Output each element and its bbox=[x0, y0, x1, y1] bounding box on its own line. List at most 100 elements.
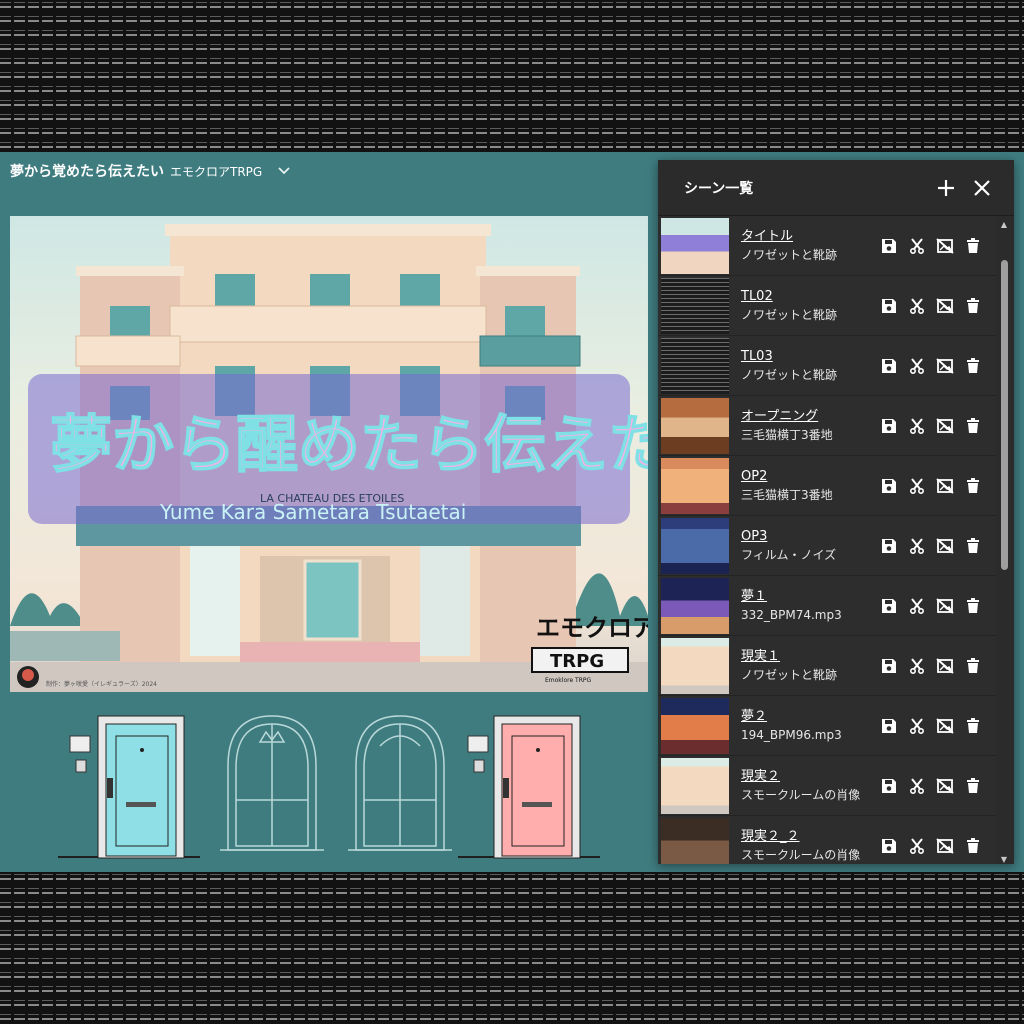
hide-image-icon[interactable] bbox=[934, 655, 956, 677]
save-icon[interactable] bbox=[878, 835, 900, 857]
hide-image-icon[interactable] bbox=[934, 235, 956, 257]
scene-row[interactable]: OP2 三毛猫横丁3番地 bbox=[658, 456, 996, 516]
scroll-thumb[interactable] bbox=[1001, 260, 1008, 570]
save-icon[interactable] bbox=[878, 715, 900, 737]
chevron-down-icon[interactable] bbox=[278, 164, 290, 178]
scene-row[interactable]: TL03 ノワゼットと靴跡 bbox=[658, 336, 996, 396]
blue-door[interactable] bbox=[69, 715, 185, 859]
scene-name[interactable]: 夢２ bbox=[741, 708, 878, 726]
trash-icon[interactable] bbox=[962, 715, 984, 737]
scene-row[interactable]: 現実１ ノワゼットと靴跡 bbox=[658, 636, 996, 696]
trash-icon[interactable] bbox=[962, 295, 984, 317]
game-stage: 夢から覚めたら伝えたい エモクロアTRPG 夢から醒めたら伝えた Yume Ka… bbox=[0, 152, 1024, 872]
scene-thumbnail[interactable] bbox=[661, 277, 729, 334]
credit-text: 制作：夢ヶ咲愛（イレギュラーズ）2024 bbox=[46, 680, 157, 688]
cut-icon[interactable] bbox=[906, 535, 928, 557]
background-pattern-bottom bbox=[0, 872, 1024, 1024]
scene-row[interactable]: TL02 ノワゼットと靴跡 bbox=[658, 276, 996, 336]
hide-image-icon[interactable] bbox=[934, 775, 956, 797]
scene-thumbnail[interactable] bbox=[661, 217, 729, 274]
scene-bgm: 三毛猫横丁3番地 bbox=[741, 487, 833, 502]
scene-row[interactable]: オープニング 三毛猫横丁3番地 bbox=[658, 396, 996, 456]
scene-name[interactable]: 現実１ bbox=[741, 648, 878, 666]
hide-image-icon[interactable] bbox=[934, 835, 956, 857]
scene-name[interactable]: オープニング bbox=[741, 408, 878, 426]
scene-name[interactable]: 現実２_２ bbox=[741, 828, 878, 846]
save-icon[interactable] bbox=[878, 475, 900, 497]
hide-image-icon[interactable] bbox=[934, 295, 956, 317]
cut-icon[interactable] bbox=[906, 715, 928, 737]
scene-thumbnail[interactable] bbox=[661, 757, 729, 814]
cut-icon[interactable] bbox=[906, 475, 928, 497]
scene-thumbnail[interactable] bbox=[661, 817, 729, 864]
hide-image-icon[interactable] bbox=[934, 415, 956, 437]
scene-name[interactable]: 夢１ bbox=[741, 588, 878, 606]
save-icon[interactable] bbox=[878, 415, 900, 437]
cut-icon[interactable] bbox=[906, 775, 928, 797]
scene-bgm: フィルム・ノイズ bbox=[741, 547, 837, 562]
scene-name[interactable]: タイトル bbox=[741, 228, 878, 246]
scene-thumbnail[interactable] bbox=[661, 337, 729, 394]
close-icon[interactable] bbox=[964, 170, 1000, 206]
room-header[interactable]: 夢から覚めたら伝えたい エモクロアTRPG bbox=[10, 160, 290, 182]
save-icon[interactable] bbox=[878, 355, 900, 377]
scene-name[interactable]: TL03 bbox=[741, 348, 878, 366]
cut-icon[interactable] bbox=[906, 595, 928, 617]
brand-logo-top: エモクロア bbox=[536, 614, 648, 642]
trash-icon[interactable] bbox=[962, 475, 984, 497]
trash-icon[interactable] bbox=[962, 835, 984, 857]
scene-row[interactable]: 現実２ スモークルームの肖像 bbox=[658, 756, 996, 816]
trash-icon[interactable] bbox=[962, 535, 984, 557]
scene-row[interactable]: タイトル ノワゼットと靴跡 bbox=[658, 216, 996, 276]
cut-icon[interactable] bbox=[906, 415, 928, 437]
scene-name[interactable]: OP2 bbox=[741, 468, 878, 486]
trash-icon[interactable] bbox=[962, 355, 984, 377]
background-pattern-top bbox=[0, 0, 1024, 152]
trash-icon[interactable] bbox=[962, 595, 984, 617]
scene-thumbnail[interactable] bbox=[661, 577, 729, 634]
scroll-down-icon[interactable]: ▼ bbox=[999, 855, 1009, 864]
scene-bgm: 三毛猫横丁3番地 bbox=[741, 427, 833, 442]
scene-thumbnail[interactable] bbox=[661, 397, 729, 454]
logo-title: 夢から醒めたら伝えたい bbox=[50, 408, 648, 481]
hide-image-icon[interactable] bbox=[934, 715, 956, 737]
cut-icon[interactable] bbox=[906, 835, 928, 857]
scene-thumbnail[interactable] bbox=[661, 697, 729, 754]
cut-icon[interactable] bbox=[906, 235, 928, 257]
trash-icon[interactable] bbox=[962, 415, 984, 437]
scene-list-scrollbar[interactable]: ▲ ▼ bbox=[998, 220, 1010, 864]
scene-row[interactable]: 現実２_２ スモークルームの肖像 bbox=[658, 816, 996, 864]
scroll-up-icon[interactable]: ▲ bbox=[999, 220, 1009, 229]
scene-thumbnail[interactable] bbox=[661, 517, 729, 574]
cut-icon[interactable] bbox=[906, 295, 928, 317]
scene-row[interactable]: OP3 フィルム・ノイズ bbox=[658, 516, 996, 576]
hide-image-icon[interactable] bbox=[934, 355, 956, 377]
cut-icon[interactable] bbox=[906, 655, 928, 677]
save-icon[interactable] bbox=[878, 775, 900, 797]
scene-name[interactable]: TL02 bbox=[741, 288, 878, 306]
hide-image-icon[interactable] bbox=[934, 475, 956, 497]
trash-icon[interactable] bbox=[962, 235, 984, 257]
save-icon[interactable] bbox=[878, 655, 900, 677]
save-icon[interactable] bbox=[878, 535, 900, 557]
scene-name[interactable]: OP3 bbox=[741, 528, 878, 546]
brand-logo-bottom: TRPG bbox=[550, 651, 604, 672]
save-icon[interactable] bbox=[878, 295, 900, 317]
scene-thumbnail[interactable] bbox=[661, 457, 729, 514]
scene-bgm: ノワゼットと靴跡 bbox=[741, 307, 838, 322]
cut-icon[interactable] bbox=[906, 355, 928, 377]
scene-row[interactable]: 夢２ 194_BPM96.mp3 bbox=[658, 696, 996, 756]
plus-icon[interactable] bbox=[928, 170, 964, 206]
scene-panel-title: シーン一覧 bbox=[684, 180, 754, 197]
scene-bgm: ノワゼットと靴跡 bbox=[741, 667, 838, 682]
pink-door[interactable] bbox=[467, 715, 581, 859]
scene-row[interactable]: 夢１ 332_BPM74.mp3 bbox=[658, 576, 996, 636]
trash-icon[interactable] bbox=[962, 775, 984, 797]
hide-image-icon[interactable] bbox=[934, 595, 956, 617]
save-icon[interactable] bbox=[878, 235, 900, 257]
trash-icon[interactable] bbox=[962, 655, 984, 677]
save-icon[interactable] bbox=[878, 595, 900, 617]
scene-thumbnail[interactable] bbox=[661, 637, 729, 694]
scene-name[interactable]: 現実２ bbox=[741, 768, 878, 786]
hide-image-icon[interactable] bbox=[934, 535, 956, 557]
